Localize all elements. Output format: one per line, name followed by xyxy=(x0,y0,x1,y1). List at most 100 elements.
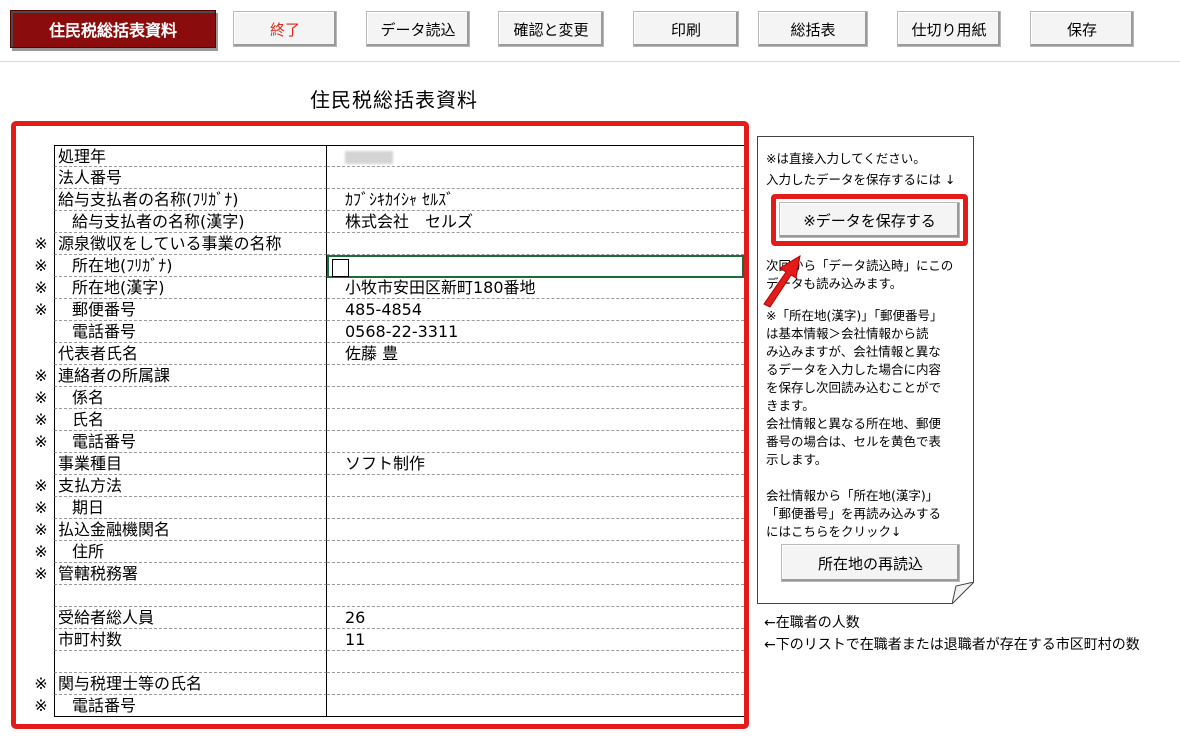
cell-edit-box[interactable] xyxy=(332,259,349,277)
field-value-cell[interactable] xyxy=(327,431,744,453)
table-row: 法人番号 xyxy=(28,167,744,189)
required-mark: ※ xyxy=(34,542,48,561)
field-label xyxy=(54,585,327,607)
required-mark xyxy=(28,629,54,651)
required-mark: ※ xyxy=(34,388,48,407)
field-label: 給与支払者の名称(ﾌﾘｶﾞﾅ) xyxy=(54,189,327,211)
field-value-cell[interactable]: ｶﾌﾞｼｷｶｲｼｬ ｾﾙｽﾞ xyxy=(327,189,744,211)
print-button[interactable]: 印刷 xyxy=(633,11,739,47)
required-mark xyxy=(28,145,54,167)
required-mark: ※ xyxy=(34,476,48,495)
field-value-cell[interactable]: 株式会社 セルズ xyxy=(327,211,744,233)
required-mark xyxy=(28,321,54,343)
field-label: 電話番号 xyxy=(54,431,327,453)
field-label: 法人番号 xyxy=(54,167,327,189)
confirm-change-button[interactable]: 確認と変更 xyxy=(498,11,604,47)
table-row: ※ 住所 xyxy=(28,541,744,563)
field-label: 電話番号 xyxy=(54,695,327,717)
field-label: 期日 xyxy=(54,497,327,519)
field-value-cell[interactable] xyxy=(327,145,744,167)
field-value-cell[interactable] xyxy=(327,387,744,409)
table-row: ※ 期日 xyxy=(28,497,744,519)
required-mark xyxy=(28,651,54,673)
note-line-save-hint: 入力したデータを保存するには ↓ xyxy=(766,172,956,187)
reload-address-button[interactable]: 所在地の再読込 xyxy=(781,544,960,582)
table-row: ※ 関与税理士等の氏名 xyxy=(28,673,744,695)
table-row: ※ 所在地(ﾌﾘｶﾞﾅ) xyxy=(28,255,744,278)
table-row: ※ 郵便番号 485-4854 xyxy=(28,299,744,321)
field-label: 電話番号 xyxy=(54,321,327,343)
field-value-cell[interactable] xyxy=(327,651,744,673)
required-mark: ※ xyxy=(34,300,48,319)
field-label: 市町村数 xyxy=(54,629,327,651)
field-label: 連絡者の所属課 xyxy=(54,365,327,387)
table-row: 代表者氏名 佐藤 豊 xyxy=(28,343,744,365)
required-mark: ※ xyxy=(34,234,48,253)
required-mark xyxy=(28,189,54,211)
table-row: 給与支払者の名称(ﾌﾘｶﾞﾅ) ｶﾌﾞｼｷｶｲｼｬ ｾﾙｽﾞ xyxy=(28,189,744,211)
save-button[interactable]: 保存 xyxy=(1030,11,1134,47)
field-label: 代表者氏名 xyxy=(54,343,327,365)
summary-button[interactable]: 総括表 xyxy=(758,11,868,47)
table-row: ※ 連絡者の所属課 xyxy=(28,365,744,387)
field-value-cell[interactable] xyxy=(327,475,744,497)
field-label: 所在地(漢字) xyxy=(54,277,327,299)
table-row: ※ 係名 xyxy=(28,387,744,409)
required-mark: ※ xyxy=(34,498,48,517)
load-data-button[interactable]: データ読込 xyxy=(366,11,470,47)
municipalities-note: ←下のリストで在職者または退職者が存在する市区町村の数 xyxy=(764,637,1140,653)
field-value-cell[interactable] xyxy=(327,695,744,717)
field-value-cell[interactable] xyxy=(327,497,744,519)
red-arrow-icon xyxy=(763,255,801,308)
required-mark xyxy=(28,211,54,233)
toolbar-divider xyxy=(0,61,1180,62)
field-label: 管轄税務署 xyxy=(54,563,327,585)
field-value-cell[interactable]: 佐藤 豊 xyxy=(327,343,744,365)
note-reload-hint: 会社情報から「所在地(漢字)」 「郵便番号」を再読み込みする にはこちらをクリッ… xyxy=(766,488,942,539)
table-row: ※ 電話番号 xyxy=(28,695,744,717)
field-value-cell[interactable] xyxy=(327,365,744,387)
note-panel: ※は直接入力してください。 入力したデータを保存するには ↓ ※データを保存する… xyxy=(757,136,974,604)
app-title-button[interactable]: 住民税総括表資料 xyxy=(10,10,216,48)
required-mark: ※ xyxy=(34,410,48,429)
field-label: 郵便番号 xyxy=(54,299,327,321)
field-value-cell[interactable] xyxy=(327,233,744,255)
table-row: 給与支払者の名称(漢字) 株式会社 セルズ xyxy=(28,211,744,233)
required-mark: ※ xyxy=(34,564,48,583)
field-value-cell[interactable] xyxy=(327,673,744,695)
field-value-cell[interactable]: 11 xyxy=(327,629,744,651)
field-value-cell[interactable] xyxy=(327,519,744,541)
table-row: 処理年 xyxy=(28,145,744,167)
selected-cell-cursor[interactable] xyxy=(327,255,744,278)
table-row: ※ 源泉徴収をしている事業の名称 xyxy=(28,233,744,255)
field-label: 支払方法 xyxy=(54,475,327,497)
field-label: 受給者総人員 xyxy=(54,607,327,629)
table-row: 事業種目 ソフト制作 xyxy=(28,453,744,475)
field-value-cell[interactable] xyxy=(327,409,744,431)
save-data-button[interactable]: ※データを保存する xyxy=(779,202,960,238)
field-value-cell[interactable]: 小牧市安田区新町180番地 xyxy=(327,277,744,299)
required-mark: ※ xyxy=(34,432,48,451)
divider-sheet-button[interactable]: 仕切り用紙 xyxy=(897,11,1001,47)
field-label: 氏名 xyxy=(54,409,327,431)
required-mark xyxy=(28,585,54,607)
required-mark: ※ xyxy=(34,256,48,275)
field-value-cell[interactable]: ソフト制作 xyxy=(327,453,744,475)
table-row: ※ 支払方法 xyxy=(28,475,744,497)
field-value-cell[interactable]: 485-4854 xyxy=(327,299,744,321)
field-label: 事業種目 xyxy=(54,453,327,475)
field-value-cell[interactable] xyxy=(327,167,744,189)
field-label: 関与税理士等の氏名 xyxy=(54,673,327,695)
field-value-cell[interactable] xyxy=(327,585,744,607)
field-label: 処理年 xyxy=(54,145,327,167)
field-value-cell[interactable]: 26 xyxy=(327,607,744,629)
field-value-cell[interactable] xyxy=(327,563,744,585)
field-label: 源泉徴収をしている事業の名称 xyxy=(54,233,327,255)
field-value-cell[interactable] xyxy=(327,541,744,563)
required-mark: ※ xyxy=(34,674,48,693)
page-title: 住民税総括表資料 xyxy=(310,88,478,112)
required-mark xyxy=(28,167,54,189)
employees-note: ←在職者の人数 xyxy=(764,615,860,631)
field-value-cell[interactable]: 0568-22-3311 xyxy=(327,321,744,343)
exit-button[interactable]: 終了 xyxy=(233,11,337,47)
